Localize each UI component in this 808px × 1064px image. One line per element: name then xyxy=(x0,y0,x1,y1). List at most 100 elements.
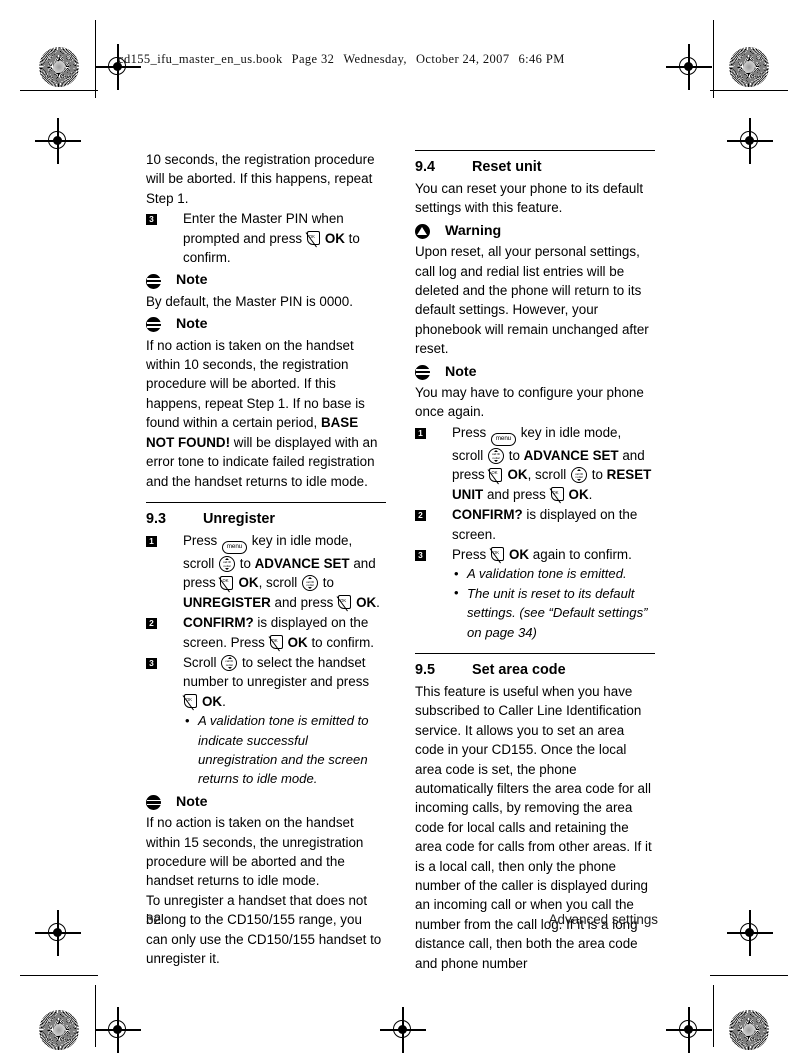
ok-label: OK xyxy=(287,634,308,650)
step-body: Press OK OK again to confirm. xyxy=(452,545,655,564)
section-number: 9.3 xyxy=(146,510,167,527)
section-heading-9-3: 9.3 Unregister xyxy=(146,509,386,529)
registration-mark-left-lower xyxy=(35,910,81,956)
right-column: 9.4 Reset unit You can reset your phone … xyxy=(415,150,655,973)
ok-label: OK xyxy=(356,594,377,610)
step-text: , scroll xyxy=(258,575,298,591)
step-number-badge: 1 xyxy=(146,535,157,547)
step-text: to xyxy=(508,447,520,463)
ok-label: OK xyxy=(202,693,223,709)
section-heading-9-5: 9.5 Set area code xyxy=(415,660,655,680)
section-title: Unregister xyxy=(203,510,275,527)
section-divider xyxy=(146,501,386,503)
slug-filename: cd155_ifu_master_en_us.book xyxy=(118,52,283,66)
step-text: again to confirm. xyxy=(532,546,632,562)
slug-page-label: Page 32 xyxy=(291,52,335,66)
unregister-step-3-bullets: A validation tone is emitted to indicate… xyxy=(183,711,386,789)
slug-weekday: Wednesday, xyxy=(343,52,407,66)
registration-mark-right-upper xyxy=(727,118,773,164)
step-text: Press xyxy=(452,546,487,562)
section-title: Reset unit xyxy=(472,159,542,175)
step-text: and press xyxy=(486,486,546,502)
warning-body: Upon reset, all your personal settings, … xyxy=(415,244,649,357)
footer-section-name: Advanced settings xyxy=(548,912,658,927)
trim-line-top-left-horizontal xyxy=(20,90,98,92)
unregister-step-3: 3 Scroll call ID redial to select the han… xyxy=(146,653,386,711)
reset-unit-intro: You can reset your phone to its default … xyxy=(415,181,644,216)
navigation-key-icon: call ID redial xyxy=(571,467,588,484)
step-text: . xyxy=(222,693,226,709)
trim-line-bottom-left-vertical xyxy=(95,985,97,1047)
step-text: to xyxy=(239,555,251,571)
reset-step-3: 3 Press OK OK again to confirm. xyxy=(415,545,655,564)
menu-key-icon: menu xyxy=(221,540,247,554)
note-title: Note xyxy=(445,363,477,380)
registration-mark-bottom-right xyxy=(666,1007,712,1053)
ok-key-icon: OK xyxy=(219,575,237,593)
note-title: Note xyxy=(176,316,208,333)
menu-item-advance-set: ADVANCE SET xyxy=(254,555,350,571)
step-text: . xyxy=(588,486,593,502)
unregister-step-1: 1 Press menu key in idle mode, scroll ca… xyxy=(146,531,386,612)
ok-key-icon: OK xyxy=(336,595,355,612)
trim-line-left-vertical xyxy=(95,20,97,98)
section-title: Set area code xyxy=(472,661,566,678)
ok-label: OK xyxy=(238,575,259,591)
reset-step-1: 1 Press menu key in idle mode, scroll ca… xyxy=(415,423,655,504)
ok-key-icon: OK xyxy=(488,467,506,485)
left-column: 10 seconds, the registration procedure w… xyxy=(146,150,386,968)
starburst-mark-bottom-right xyxy=(729,1010,769,1050)
step-text: to confirm. xyxy=(311,634,374,650)
trim-line-bottom-right-vertical xyxy=(713,985,715,1047)
reset-step-3-bullets: A validation tone is emitted. The unit i… xyxy=(452,564,655,642)
menu-item-advance-set: ADVANCE SET xyxy=(523,447,619,463)
warning-icon xyxy=(415,224,430,240)
navigation-key-icon: call ID redial xyxy=(302,575,319,592)
ok-key-icon: OK xyxy=(268,635,287,652)
note-callout-3: Note xyxy=(146,793,386,812)
set-area-code-body: This feature is useful when you have sub… xyxy=(415,683,652,971)
step-body: CONFIRM? is displayed on the screen. Pre… xyxy=(183,613,386,652)
registration-mark-bottom-center xyxy=(380,1007,426,1053)
step-number-badge: 1 xyxy=(415,427,426,439)
step-text: to xyxy=(591,467,603,483)
navigation-key-icon: call ID redial xyxy=(218,555,235,572)
warning-callout: Warning xyxy=(415,222,655,241)
trim-line-bottom-left-horizontal xyxy=(20,975,98,977)
navigation-key-icon: call ID redial xyxy=(487,447,504,464)
trim-line-right-vertical xyxy=(713,20,715,98)
ok-key-icon: OK xyxy=(549,487,568,504)
starburst-mark-top-right xyxy=(729,47,769,87)
ok-key-icon: OK xyxy=(305,231,324,248)
step-body: Enter the Master PIN when prompted and p… xyxy=(183,209,386,267)
step-text: . xyxy=(376,594,380,610)
step-number-badge: 3 xyxy=(415,549,426,561)
step-text: Press xyxy=(452,424,487,440)
reset-step-2: 2 CONFIRM? is displayed on the screen. xyxy=(415,505,655,544)
section-divider xyxy=(415,652,655,654)
slug-date: October 24, 2007 xyxy=(415,52,510,66)
step-text: and press xyxy=(274,594,334,610)
list-item: A validation tone is emitted to indicate… xyxy=(183,711,386,789)
menu-key-icon: menu xyxy=(490,432,516,446)
section-heading-9-4: 9.4 Reset unit xyxy=(415,157,655,177)
step-body: CONFIRM? is displayed on the screen. xyxy=(452,505,655,544)
step-text: Press xyxy=(183,532,218,548)
step-number-badge: 3 xyxy=(146,214,157,226)
note-title: Note xyxy=(176,272,208,289)
step-text: to xyxy=(322,575,334,591)
note-reset-body: You may have to configure your phone onc… xyxy=(415,385,644,420)
section-divider xyxy=(415,150,655,151)
ok-key-icon: OK xyxy=(182,694,201,711)
starburst-mark-bottom-left xyxy=(39,1010,79,1050)
ok-key-icon: OK xyxy=(489,547,508,564)
confirm-prompt: CONFIRM? xyxy=(452,507,523,523)
confirm-prompt: CONFIRM? xyxy=(183,615,254,631)
section-number: 9.4 xyxy=(415,159,436,175)
footer-page-number: 32 xyxy=(146,912,161,927)
slug-time: 6:46 PM xyxy=(518,52,565,66)
step-body: Scroll call ID redial to select the hands… xyxy=(182,653,386,711)
ok-label: OK xyxy=(568,486,589,502)
list-item: A validation tone is emitted. xyxy=(452,564,655,584)
step-text: , scroll xyxy=(527,467,567,483)
